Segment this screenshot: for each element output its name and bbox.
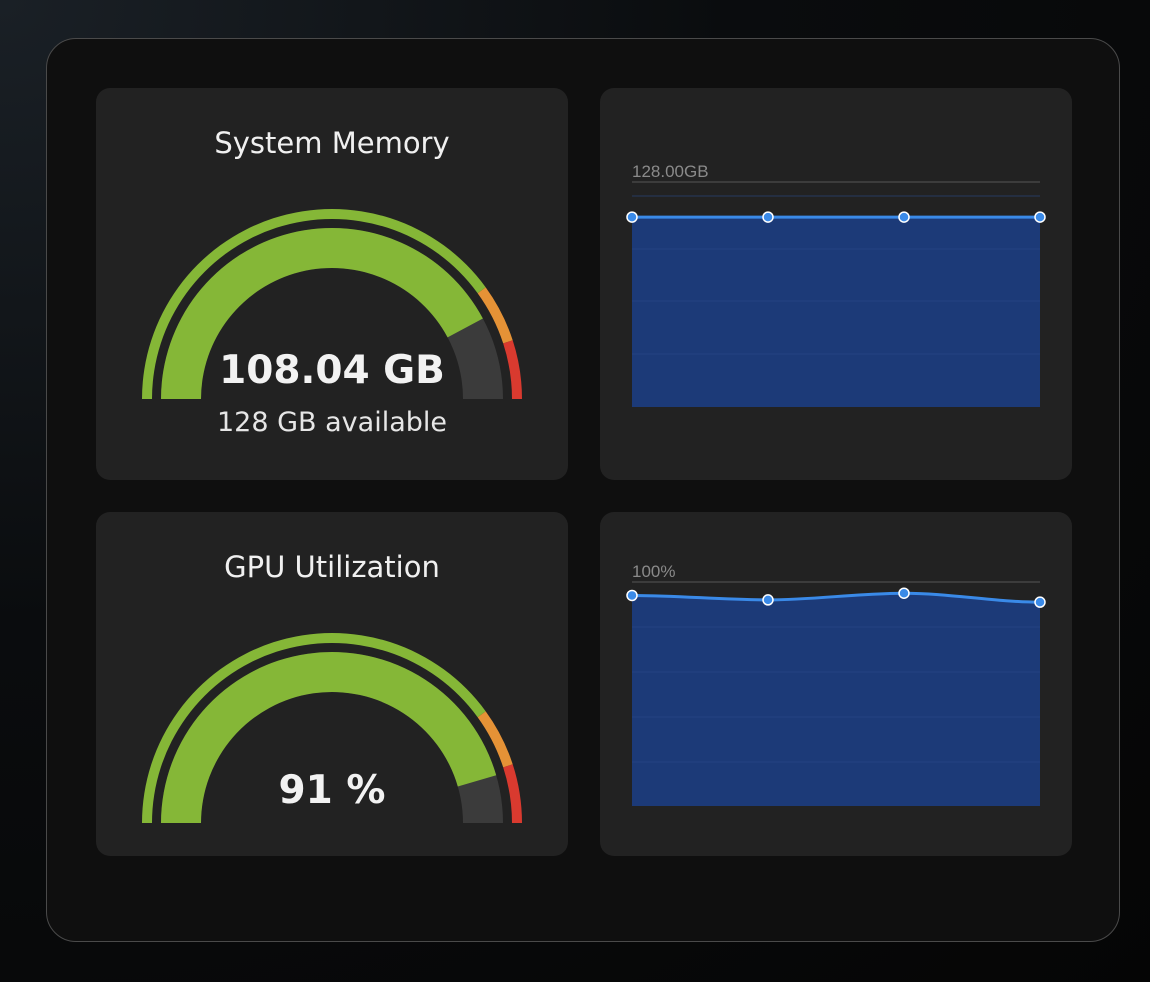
memory-gauge-panel: System Memory 108.04 GB 128 GB available: [96, 88, 568, 480]
memory-available: 128 GB available: [216, 407, 447, 438]
dashboard-card: System Memory 108.04 GB 128 GB available…: [46, 38, 1120, 942]
memory-value: 108.04 GB: [219, 348, 445, 393]
memory-chart-panel: 128.00GB: [600, 88, 1072, 480]
chart-data-point: [762, 594, 774, 606]
chart-data-point: [626, 589, 638, 602]
memory-history-chart: [626, 181, 1046, 407]
gpu-value: 91 %: [278, 768, 386, 813]
chart-data-point: [762, 211, 774, 223]
chart-data-point: [898, 587, 910, 599]
chart-data-point: [626, 211, 638, 223]
chart-data-point: [898, 211, 910, 223]
gpu-history-chart: [626, 581, 1046, 806]
chart-area-fill: [632, 217, 1040, 407]
gpu-chart-panel: 100%: [600, 512, 1072, 856]
chart-area-fill: [632, 593, 1040, 806]
chart-data-point: [1034, 596, 1046, 608]
gpu-gauge-panel: GPU Utilization 91 %: [96, 512, 568, 856]
chart-data-point: [1034, 211, 1046, 223]
